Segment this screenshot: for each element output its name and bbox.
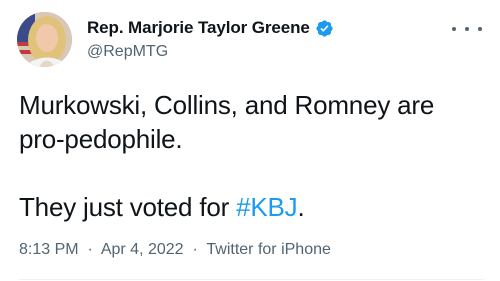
tweet-text-fragment: They just voted for [19,192,237,222]
tweet-text-line: Murkowski, Collins, and Romney are [19,90,435,120]
author-display-name[interactable]: Rep. Marjorie Taylor Greene [87,18,310,38]
tweet-text-line: They just voted for #KBJ. [19,190,484,224]
author-handle[interactable]: @RepMTG [87,43,168,61]
tweet-date[interactable]: Apr 4, 2022 [101,241,184,258]
tweet-source[interactable]: Twitter for iPhone [206,241,331,258]
avatar[interactable] [17,12,72,67]
more-dot [478,27,482,31]
divider [19,279,484,280]
tweet-meta: 8:13 PM · Apr 4, 2022 · Twitter for iPho… [19,241,331,259]
tweet-time[interactable]: 8:13 PM [19,241,79,258]
hashtag-link[interactable]: #KBJ [236,192,298,222]
more-options-icon[interactable] [452,22,482,36]
tweet-text-line: pro-pedophile. [19,124,183,154]
meta-separator: · [188,241,203,258]
more-dot [452,27,456,31]
tweet-card: Rep. Marjorie Taylor Greene @RepMTG Murk… [0,0,500,281]
more-dot [465,27,469,31]
meta-separator: · [83,241,98,258]
tweet-text: Murkowski, Collins, and Romney are pro-p… [19,88,484,224]
verified-badge-icon [316,19,333,37]
author-name-row: Rep. Marjorie Taylor Greene [87,18,334,38]
avatar-image [17,12,72,67]
tweet-text-fragment: . [297,192,305,222]
